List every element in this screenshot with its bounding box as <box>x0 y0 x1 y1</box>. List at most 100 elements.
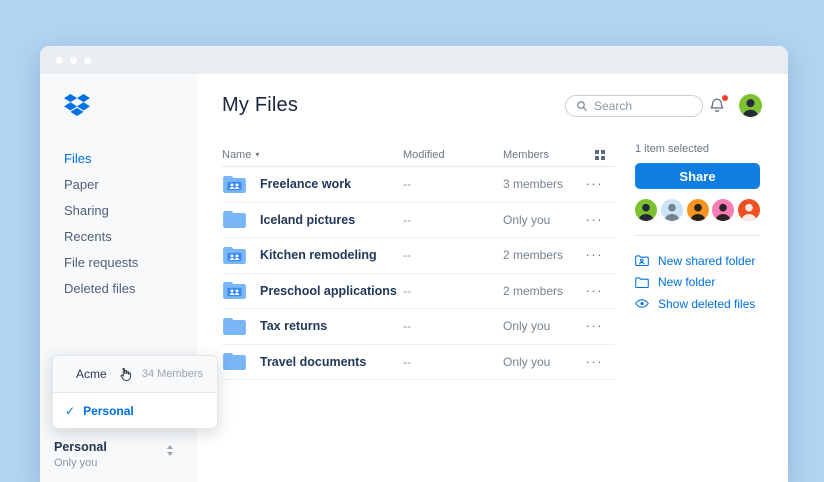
members-value: Only you <box>503 212 551 227</box>
window-controls[interactable] <box>56 56 91 64</box>
members-value: Only you <box>503 319 551 334</box>
sidebar-item-deleted-files[interactable]: Deleted files <box>40 276 197 302</box>
modified-value: -- <box>403 248 411 263</box>
members-value: Only you <box>503 354 551 369</box>
search-input[interactable]: Search <box>565 95 703 117</box>
folder-icon <box>223 175 246 193</box>
folder-icon <box>223 211 246 229</box>
modified-value: -- <box>403 177 411 192</box>
shared-badge-icon <box>227 181 242 190</box>
table-row[interactable]: Freelance work -- 3 members ··· <box>222 167 615 203</box>
folder-icon <box>223 317 246 335</box>
account-toggle-chevrons-icon[interactable] <box>167 445 173 456</box>
user-avatar[interactable] <box>739 94 762 117</box>
shared-badge-icon <box>227 252 242 261</box>
column-header-modified[interactable]: Modified <box>403 149 503 161</box>
member-avatars <box>635 199 760 221</box>
person-silhouette-icon <box>689 203 706 221</box>
shared-folder-icon <box>635 255 649 267</box>
table-row[interactable]: Tax returns -- Only you ··· <box>222 309 615 345</box>
shared-badge-icon <box>227 288 242 297</box>
window-control-dot[interactable] <box>70 56 77 64</box>
folder-icon <box>223 246 246 264</box>
window-control-dot[interactable] <box>56 56 63 64</box>
org-members-count: 34 Members <box>141 368 203 380</box>
modified-value: -- <box>403 319 411 334</box>
table-header: Name ▾ Modified Members <box>222 143 615 167</box>
folder-icon <box>223 353 246 371</box>
action-label: New shared folder <box>658 253 756 268</box>
page-title: My Files <box>222 94 299 116</box>
selection-panel: 1 item selected Share New shared folder <box>615 143 788 380</box>
member-avatar[interactable] <box>660 199 683 221</box>
popup-item-acme[interactable]: Acme 34 Members <box>53 356 217 393</box>
table-row[interactable]: Kitchen remodeling -- 2 members ··· <box>222 238 615 274</box>
selection-count: 1 item selected <box>635 143 709 155</box>
sort-desc-icon: ▾ <box>255 150 260 159</box>
members-value: 3 members <box>503 177 564 192</box>
notification-badge <box>721 94 729 102</box>
modified-value: -- <box>403 283 411 298</box>
modified-value: -- <box>403 354 411 369</box>
member-avatar[interactable] <box>738 199 760 221</box>
eye-icon <box>635 299 649 308</box>
person-silhouette-icon <box>741 203 757 221</box>
sidebar-item-paper[interactable]: Paper <box>40 172 197 198</box>
action-label: New folder <box>658 275 716 290</box>
sidebar-item-sharing[interactable]: Sharing <box>40 198 197 224</box>
file-name: Preschool applications <box>260 283 397 298</box>
account-switcher-popup: Acme 34 Members ✓ Personal <box>52 355 218 429</box>
row-menu-ellipsis-icon[interactable]: ··· <box>586 248 604 261</box>
org-name: Acme <box>76 367 107 381</box>
hand-cursor-icon <box>120 367 131 381</box>
person-silhouette-icon <box>638 203 654 221</box>
check-icon: ✓ <box>65 403 76 418</box>
popup-item-personal[interactable]: ✓ Personal <box>53 393 217 428</box>
new-shared-folder-button[interactable]: New shared folder <box>635 250 760 272</box>
person-silhouette-icon <box>715 203 732 221</box>
app-window: Files Paper Sharing Recents File request… <box>40 46 788 482</box>
file-name: Tax returns <box>260 319 328 334</box>
window-titlebar[interactable] <box>40 46 788 74</box>
window-control-dot[interactable] <box>84 56 91 64</box>
folder-icon <box>635 277 649 288</box>
table-row[interactable]: Iceland pictures -- Only you ··· <box>222 203 615 238</box>
row-menu-ellipsis-icon[interactable]: ··· <box>586 355 604 368</box>
modified-value: -- <box>403 212 411 227</box>
panel-divider <box>635 235 760 236</box>
main-content: My Files Search Name ▾ Modified Members … <box>197 74 788 482</box>
account-detail: Only you <box>54 457 98 469</box>
notifications-button[interactable] <box>708 94 729 115</box>
sidebar-item-recents[interactable]: Recents <box>40 224 197 250</box>
members-value: 2 members <box>503 248 564 263</box>
sidebar-item-files[interactable]: Files <box>40 146 197 172</box>
search-placeholder: Search <box>594 99 633 113</box>
member-avatar[interactable] <box>686 199 709 221</box>
row-menu-ellipsis-icon[interactable]: ··· <box>586 213 604 226</box>
sidebar-nav: Files Paper Sharing Recents File request… <box>40 146 197 302</box>
row-menu-ellipsis-icon[interactable]: ··· <box>586 319 604 332</box>
show-deleted-files-button[interactable]: Show deleted files <box>635 293 760 315</box>
row-menu-ellipsis-icon[interactable]: ··· <box>586 177 604 190</box>
table-row[interactable]: Preschool applications -- 2 members ··· <box>222 274 615 309</box>
share-button[interactable]: Share <box>635 163 760 189</box>
person-silhouette-icon <box>663 203 680 221</box>
table-row[interactable]: Travel documents -- Only you ··· <box>222 345 615 380</box>
member-avatar[interactable] <box>635 199 657 221</box>
search-icon <box>577 101 587 111</box>
sidebar-item-file-requests[interactable]: File requests <box>40 250 197 276</box>
file-name: Travel documents <box>260 354 367 369</box>
column-header-members[interactable]: Members <box>503 149 583 161</box>
file-name: Freelance work <box>260 177 352 192</box>
column-header-name[interactable]: Name ▾ <box>222 149 403 161</box>
file-name: Iceland pictures <box>260 212 356 227</box>
dropbox-logo-icon[interactable] <box>64 92 90 118</box>
member-avatar[interactable] <box>712 199 735 221</box>
row-menu-ellipsis-icon[interactable]: ··· <box>586 284 604 297</box>
grid-view-icon[interactable] <box>595 149 605 160</box>
file-name: Kitchen remodeling <box>260 248 377 263</box>
new-folder-button[interactable]: New folder <box>635 272 760 294</box>
file-table: Name ▾ Modified Members Freelance work -… <box>222 143 615 380</box>
account-switcher[interactable]: Personal Only you <box>54 440 187 469</box>
members-value: 2 members <box>503 283 564 298</box>
